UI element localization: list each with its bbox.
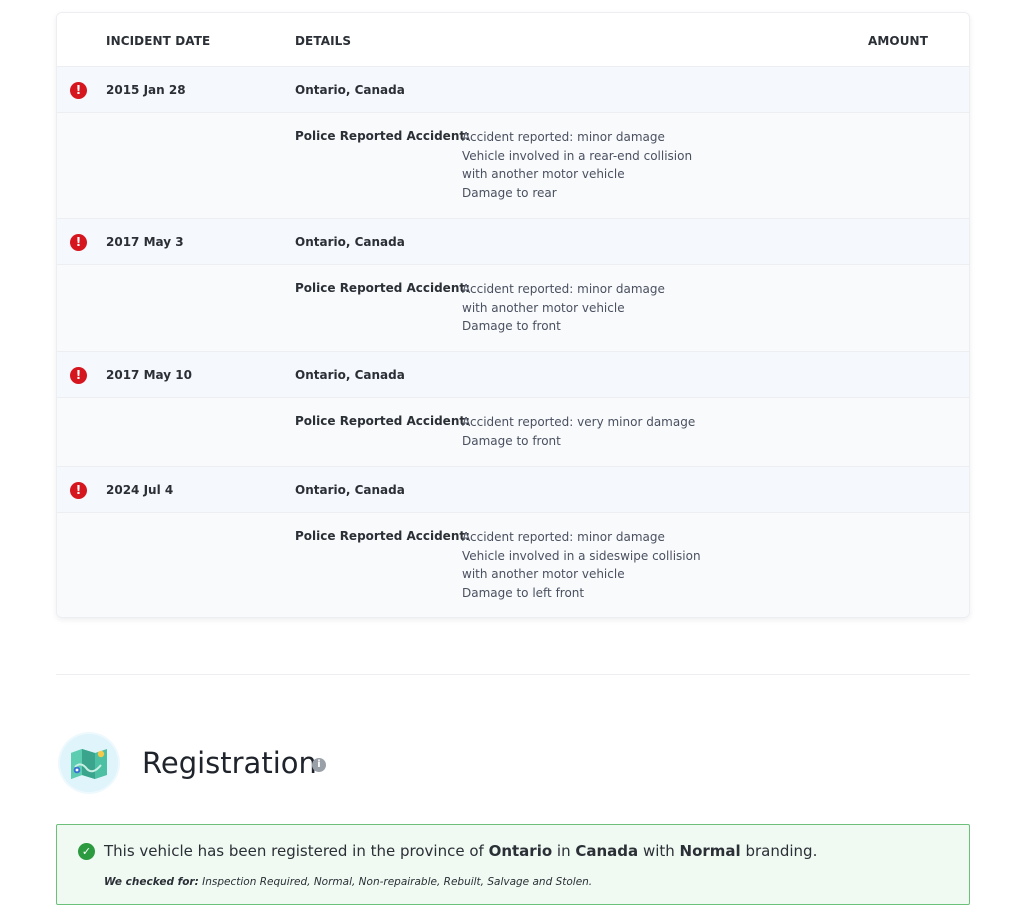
incident-detail-lines: Accident reported: minor damage Vehicle … xyxy=(462,528,701,603)
incident-detail-row: Police Reported Accident: Accident repor… xyxy=(57,265,969,352)
message-text: in xyxy=(552,842,576,860)
incident-category: Police Reported Accident: xyxy=(295,129,470,143)
incident-date: 2024 Jul 4 xyxy=(106,483,174,497)
message-text: branding. xyxy=(740,842,818,860)
header-incident-date: INCIDENT DATE xyxy=(106,34,211,48)
incident-detail-row: Police Reported Accident: Accident repor… xyxy=(57,113,969,219)
detail-line: Damage to front xyxy=(462,319,561,334)
incident-location: Ontario, Canada xyxy=(295,235,405,249)
detail-line: with another motor vehicle xyxy=(462,300,625,315)
detail-line: Accident reported: minor damage xyxy=(462,282,665,296)
checked-for-note: We checked for: Inspection Required, Nor… xyxy=(104,876,592,888)
detail-line: Accident reported: minor damage xyxy=(462,130,665,144)
exclamation-circle-icon: ! xyxy=(70,367,87,384)
message-text: This vehicle has been registered in the … xyxy=(104,842,489,860)
incident-detail-row: Police Reported Accident: Accident repor… xyxy=(57,398,969,467)
incident-detail-lines: Accident reported: minor damage Vehicle … xyxy=(462,128,692,203)
detail-line: Accident reported: minor damage xyxy=(462,530,665,544)
table-header: INCIDENT DATE DETAILS AMOUNT xyxy=(57,13,969,67)
message-branding: Normal xyxy=(679,842,741,860)
detail-line: with another motor vehicle xyxy=(462,167,625,182)
incident-location: Ontario, Canada xyxy=(295,83,405,97)
detail-line: Accident reported: very minor damage xyxy=(462,415,696,429)
incident-date: 2017 May 10 xyxy=(106,368,192,382)
map-icon xyxy=(60,734,118,792)
exclamation-circle-icon: ! xyxy=(70,82,87,99)
registration-message: This vehicle has been registered in the … xyxy=(104,842,817,860)
incident-category: Police Reported Accident: xyxy=(295,529,470,543)
checked-for-label: We checked for: xyxy=(104,876,199,888)
incident-date: 2017 May 3 xyxy=(106,235,184,249)
section-divider xyxy=(56,674,970,675)
message-province: Ontario xyxy=(488,842,553,860)
incident-location: Ontario, Canada xyxy=(295,483,405,497)
detail-line: Damage to left front xyxy=(462,586,585,601)
detail-line: Damage to front xyxy=(462,433,561,448)
info-icon[interactable]: i xyxy=(312,758,326,772)
accident-history-table: INCIDENT DATE DETAILS AMOUNT ! 2015 Jan … xyxy=(56,12,970,618)
check-circle-icon: ✓ xyxy=(78,843,95,860)
message-country: Canada xyxy=(575,842,639,860)
incident-date: 2015 Jan 28 xyxy=(106,83,186,97)
incident-detail-lines: Accident reported: very minor damage Dam… xyxy=(462,413,695,450)
exclamation-circle-icon: ! xyxy=(70,482,87,499)
incident-row: ! 2015 Jan 28 Ontario, Canada xyxy=(57,67,969,113)
detail-line: Vehicle involved in a sideswipe collisio… xyxy=(462,548,701,563)
incident-row: ! 2024 Jul 4 Ontario, Canada xyxy=(57,467,969,513)
exclamation-circle-icon: ! xyxy=(70,234,87,251)
incident-category: Police Reported Accident: xyxy=(295,414,470,428)
incident-row: ! 2017 May 10 Ontario, Canada xyxy=(57,352,969,398)
detail-line: Damage to rear xyxy=(462,186,557,201)
incident-category: Police Reported Accident: xyxy=(295,281,470,295)
incident-detail-lines: Accident reported: minor damage with ano… xyxy=(462,280,665,336)
section-title-registration: Registration xyxy=(142,746,317,780)
registration-status-box: ✓ This vehicle has been registered in th… xyxy=(56,824,970,905)
detail-line: with another motor vehicle xyxy=(462,567,625,582)
incident-detail-row: Police Reported Accident: Accident repor… xyxy=(57,513,969,617)
header-amount: AMOUNT xyxy=(867,34,928,48)
message-text: with xyxy=(638,842,680,860)
incident-row: ! 2017 May 3 Ontario, Canada xyxy=(57,219,969,265)
checked-for-text: Inspection Required, Normal, Non-repaira… xyxy=(198,876,593,888)
detail-line: Vehicle involved in a rear-end collision xyxy=(462,148,693,163)
header-details: DETAILS xyxy=(295,34,352,48)
incident-location: Ontario, Canada xyxy=(295,368,405,382)
